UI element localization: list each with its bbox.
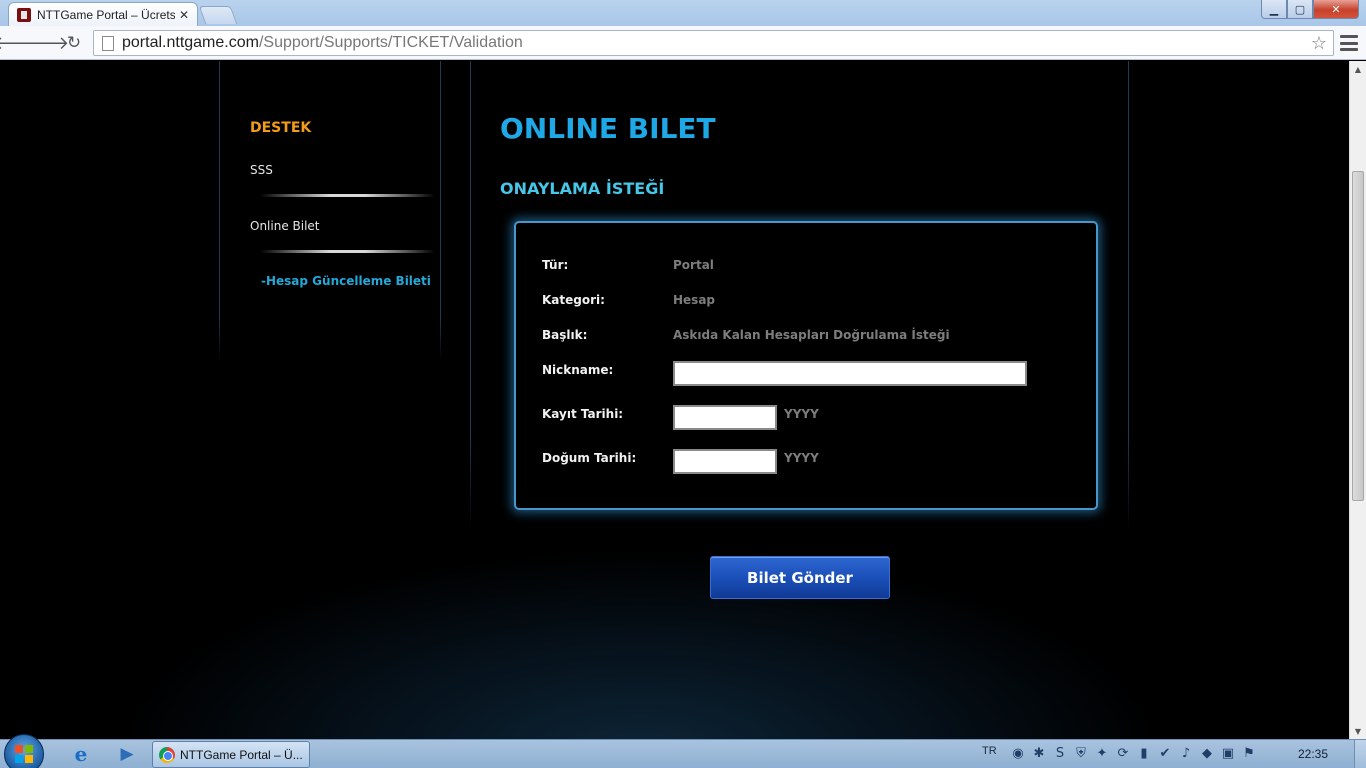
sidebar-title: DESTEK (250, 120, 312, 136)
media-player-icon[interactable]: ▶ (116, 743, 138, 765)
browser-toolbar: 🡐 🡒 ↻ portal.nttgame.com/Support/Support… (0, 26, 1366, 60)
language-indicator[interactable]: TR (982, 745, 997, 757)
device-icon[interactable]: ◆ (1199, 745, 1215, 761)
tab-title: NTTGame Portal – Ücretsiz (37, 7, 175, 22)
bluetooth-icon[interactable]: ✱ (1031, 745, 1047, 761)
register-date-label: Kayıt Tarihi: (542, 407, 624, 421)
type-value: Portal (673, 258, 714, 272)
reload-icon[interactable]: ↻ (63, 32, 85, 54)
ticket-form: Tür: Portal Kategori: Hesap Başlık: Askı… (514, 221, 1098, 510)
browser-titlebar: NTTGame Portal – Ücretsiz ✕ ▁ ▢ ✕ (0, 0, 1366, 26)
taskbar-chrome-window[interactable]: NTTGame Portal – Ü... (152, 741, 310, 768)
update-icon[interactable]: ⟳ (1115, 745, 1131, 761)
register-date-input[interactable] (673, 405, 777, 430)
signal-icon[interactable]: ▮ (1136, 745, 1152, 761)
new-tab-button[interactable] (198, 6, 238, 24)
scrollbar-thumb[interactable] (1352, 171, 1364, 501)
register-date-hint: YYYY (784, 407, 819, 421)
checkmark-icon[interactable]: ✔ (1157, 745, 1173, 761)
show-desktop-button[interactable] (1354, 740, 1366, 768)
taskbar-task-label: NTTGame Portal – Ü... (180, 747, 303, 762)
category-label: Kategori: (542, 293, 605, 307)
scroll-up-icon[interactable]: ▲ (1350, 61, 1366, 77)
forward-arrow-icon[interactable]: 🡒 (21, 32, 69, 54)
bookmark-star-icon[interactable]: ☆ (1311, 33, 1327, 54)
action-center-flag-icon[interactable]: ⚑ (1241, 745, 1257, 761)
sidebar-item-sss[interactable]: SSS (250, 163, 273, 177)
sidebar-item-online-bilet[interactable]: Online Bilet (250, 219, 320, 233)
url-path: /Support/Supports/TICKET/Validation (258, 34, 523, 51)
messenger-icon[interactable]: ✦ (1094, 745, 1110, 761)
nickname-input[interactable] (673, 361, 1027, 386)
birth-date-label: Doğum Tarihi: (542, 451, 637, 465)
windows-logo-icon (15, 745, 33, 763)
shield-icon[interactable]: ⛨ (1073, 745, 1089, 761)
system-tray: ◉ ✱ S ⛨ ✦ ⟳ ▮ ✔ ♪ ◆ ▣ ⚑ (1010, 745, 1257, 761)
window-minimize-button[interactable]: ▁ (1261, 0, 1287, 19)
subject-value: Askıda Kalan Hesapları Doğrulama İsteği (673, 328, 950, 342)
support-sidebar: DESTEK SSS Online Bilet -Hesap Güncellem… (219, 61, 441, 361)
scroll-down-icon[interactable]: ▼ (1350, 723, 1366, 739)
tab-close-icon[interactable]: ✕ (179, 8, 189, 22)
sidebar-divider (260, 250, 435, 253)
url-text[interactable]: portal.nttgame.com/Support/Supports/TICK… (122, 34, 523, 52)
windows-taskbar: e ▶ NTTGame Portal – Ü... TR ◉ ✱ S ⛨ ✦ ⟳… (0, 734, 1366, 768)
category-value: Hesap (673, 293, 716, 307)
taskbar-clock[interactable]: 22:35 (1298, 747, 1328, 761)
sidebar-subitem-hesap-guncelleme[interactable]: -Hesap Güncelleme Bileti (261, 274, 431, 288)
window-maximize-button[interactable]: ▢ (1287, 0, 1313, 19)
site-favicon-icon (17, 7, 31, 22)
section-title: ONAYLAMA İSTEĞİ (500, 179, 665, 198)
start-button[interactable] (4, 734, 44, 768)
birth-date-hint: YYYY (784, 451, 819, 465)
sidebar-divider (260, 194, 435, 197)
browser-tab[interactable]: NTTGame Portal – Ücretsiz ✕ (8, 2, 198, 26)
safely-remove-icon[interactable]: ▣ (1220, 745, 1236, 761)
internet-explorer-icon[interactable]: e (70, 742, 92, 766)
url-host: portal.nttgame.com (122, 34, 259, 51)
type-label: Tür: (542, 258, 569, 272)
page-icon (102, 35, 114, 51)
chrome-menu-icon[interactable] (1340, 35, 1358, 51)
nickname-label: Nickname: (542, 363, 614, 377)
address-bar[interactable]: portal.nttgame.com/Support/Supports/TICK… (93, 30, 1334, 56)
page-scrollbar[interactable]: ▲ ▼ (1349, 61, 1366, 739)
birth-date-input[interactable] (673, 449, 777, 474)
chrome-icon (159, 746, 175, 763)
page-viewport: DESTEK SSS Online Bilet -Hesap Güncellem… (0, 61, 1349, 739)
page-title: ONLINE BILET (500, 112, 716, 145)
skype-icon[interactable]: S (1052, 745, 1068, 761)
subject-label: Başlık: (542, 328, 588, 342)
submit-ticket-button[interactable]: Bilet Gönder (710, 556, 890, 599)
network-icon[interactable]: ◉ (1010, 745, 1026, 761)
window-close-button[interactable]: ✕ (1313, 0, 1359, 19)
volume-icon[interactable]: ♪ (1178, 745, 1194, 761)
